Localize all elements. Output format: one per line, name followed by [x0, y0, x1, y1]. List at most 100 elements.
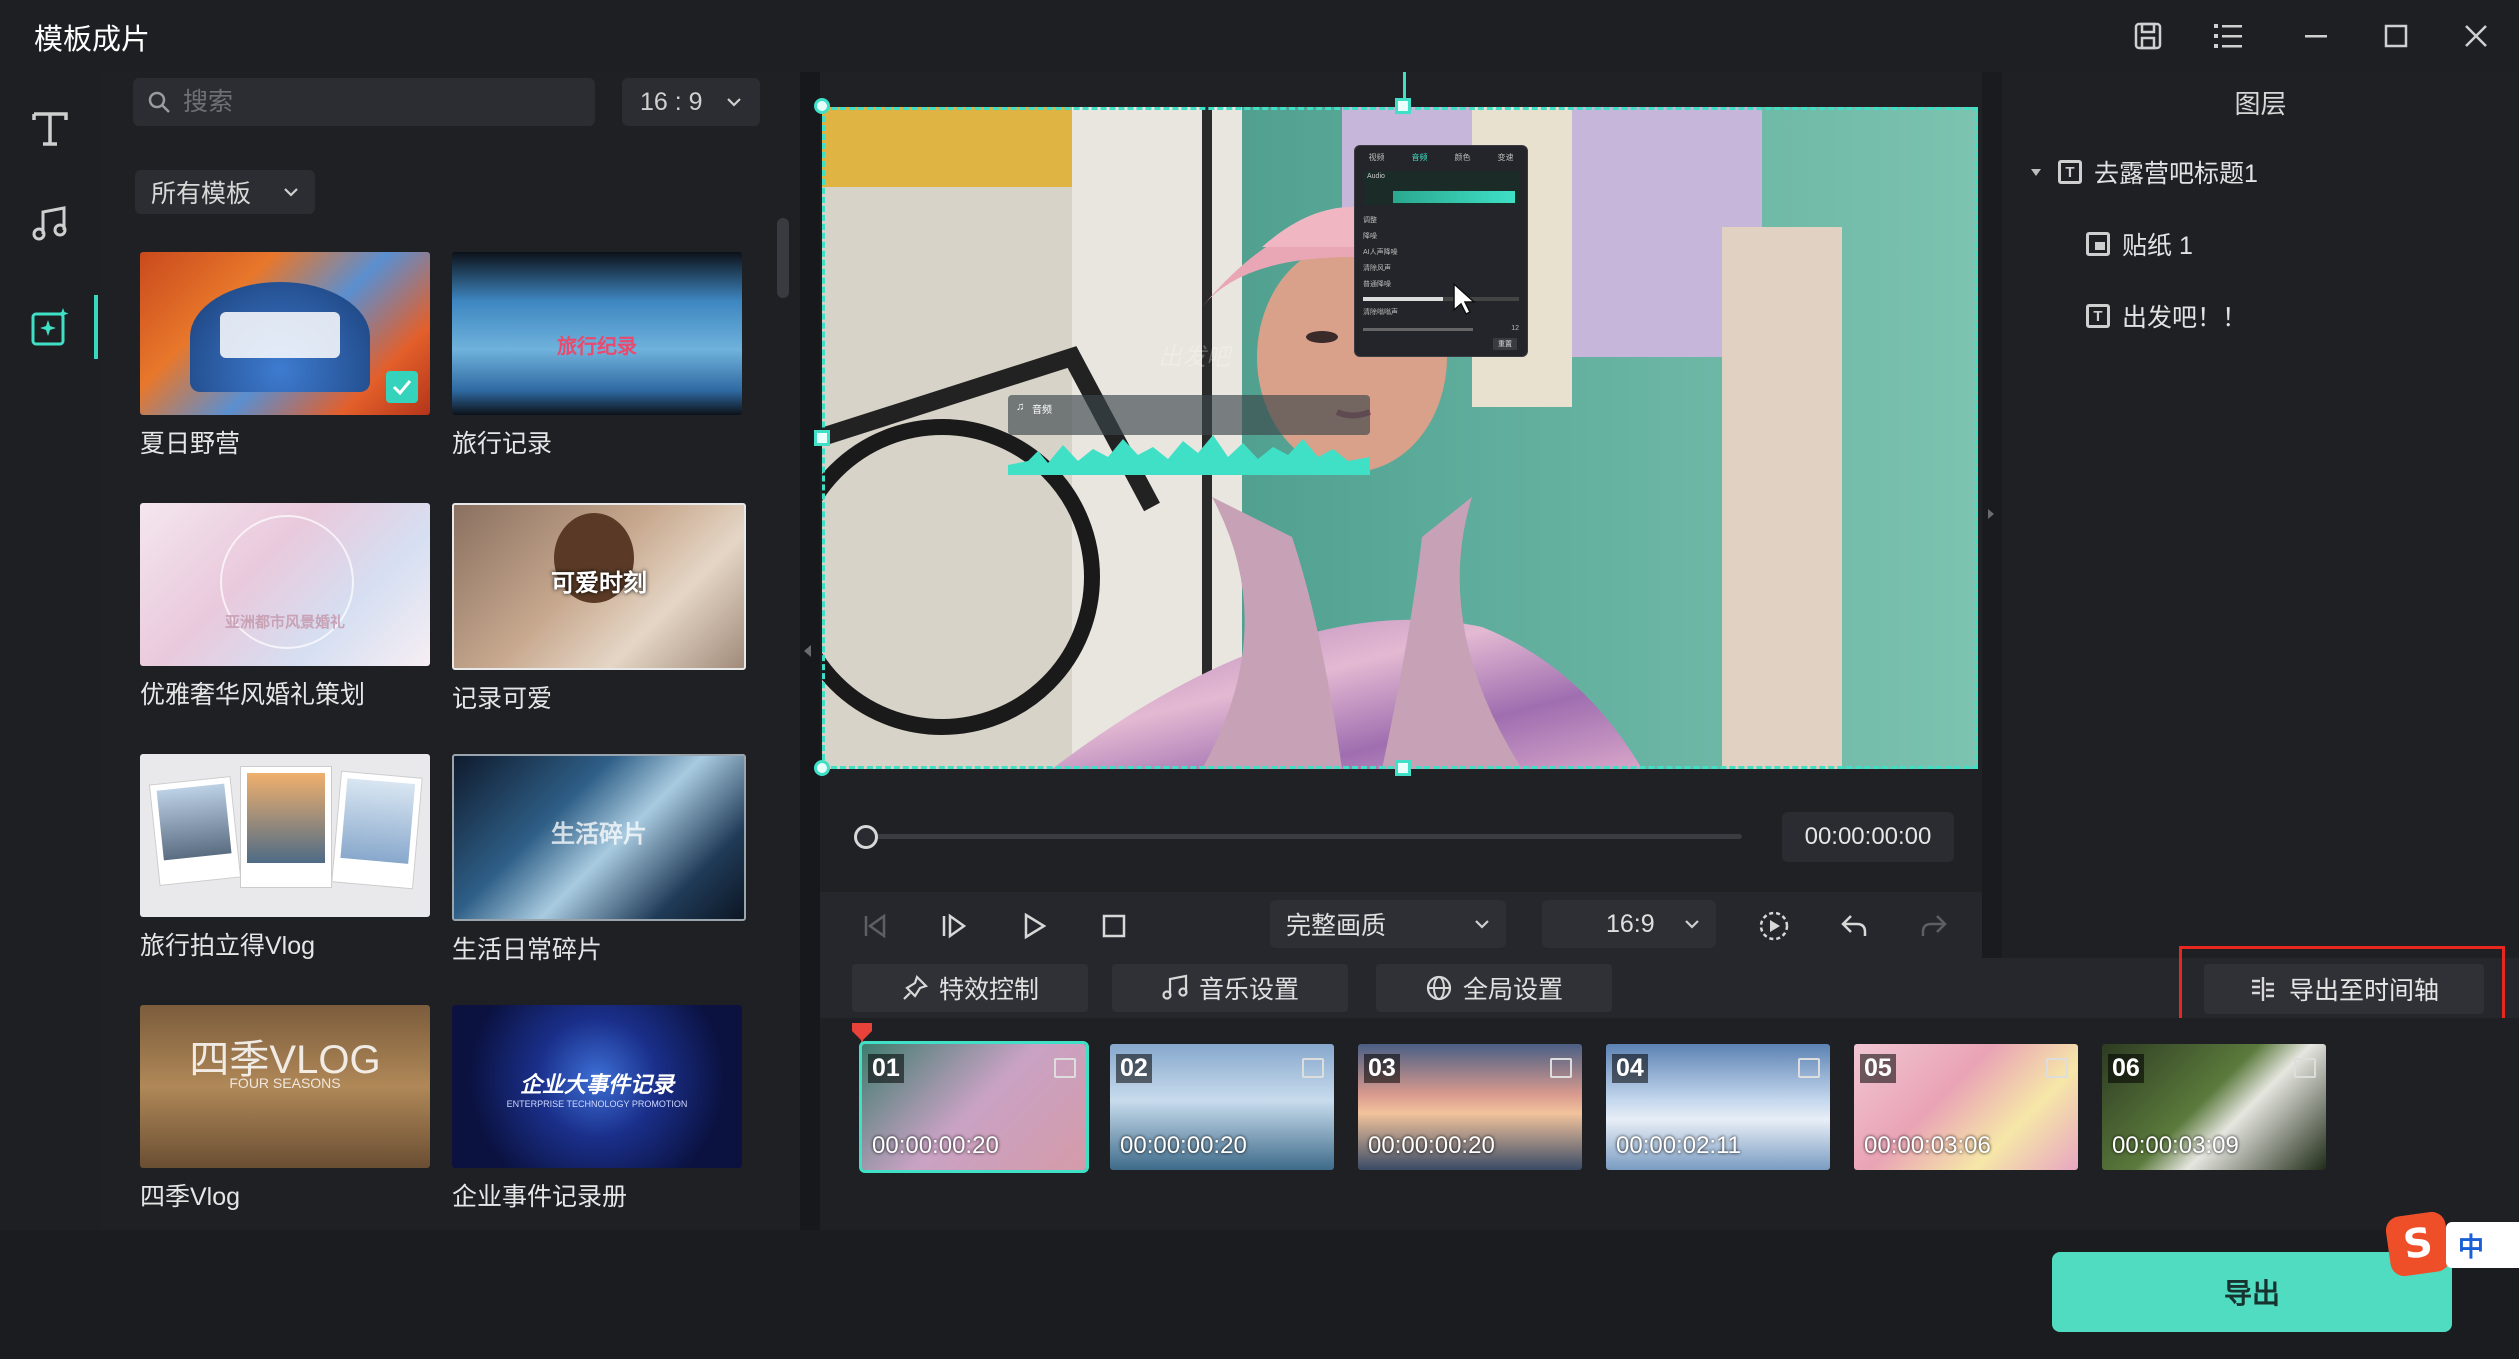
clip-thumbnail[interactable]: 05 00:00:03:06 — [1854, 1044, 2078, 1170]
category-dropdown[interactable]: 所有模板 — [135, 170, 315, 214]
next-frame-icon[interactable] — [934, 906, 974, 946]
clip-duration: 00:00:00:20 — [1120, 1132, 1247, 1159]
clip-number: 03 — [1364, 1054, 1400, 1083]
globe-icon — [1425, 974, 1463, 1002]
template-name: 旅行记录 — [452, 430, 553, 458]
ratio-dropdown[interactable]: 16 : 9 — [622, 78, 760, 126]
clip-detail-icon — [1550, 1058, 1572, 1078]
clip-duration: 00:00:02:11 — [1616, 1132, 1742, 1159]
text-layer-icon: T — [2086, 304, 2110, 328]
template-name: 旅行拍立得Vlog — [140, 932, 316, 960]
layer-item[interactable]: T 出发吧！！ — [2086, 298, 2247, 334]
template-thumbnail: 生活碎片 — [452, 754, 746, 921]
scrubber-knob[interactable] — [854, 825, 878, 849]
quality-dropdown[interactable]: 完整画质 — [1270, 900, 1506, 948]
play-icon[interactable] — [1014, 906, 1054, 946]
window-title: 模板成片 — [34, 24, 151, 56]
template-card[interactable]: 亚洲都市风景婚礼 优雅奢华风婚礼策划 — [140, 503, 430, 711]
template-name: 优雅奢华风婚礼策划 — [140, 681, 366, 709]
thumbnail-subtext: FOUR SEASONS — [229, 1075, 341, 1091]
magic-pin-icon — [901, 974, 939, 1002]
effects-control-button[interactable]: 特效控制 — [852, 964, 1088, 1012]
music-settings-button[interactable]: 音乐设置 — [1112, 964, 1348, 1012]
thumbnail-text: 可爱时刻 — [551, 570, 647, 597]
caret-down-icon[interactable] — [2030, 167, 2042, 177]
clip-thumbnail[interactable]: 01 00:00:00:20 — [859, 1041, 1089, 1173]
template-tool-icon[interactable] — [18, 295, 82, 359]
selection-box[interactable] — [822, 107, 1978, 769]
template-thumbnail — [140, 252, 430, 415]
clip-number: 02 — [1116, 1054, 1152, 1083]
close-icon[interactable] — [2454, 14, 2498, 58]
minimize-icon[interactable] — [2294, 14, 2338, 58]
template-thumbnail: 可爱时刻 — [452, 503, 746, 670]
chevron-down-icon — [1474, 919, 1490, 929]
clip-detail-icon — [2294, 1058, 2316, 1078]
render-preview-icon[interactable] — [1754, 906, 1794, 946]
template-card[interactable]: 四季VLOG FOUR SEASONS 四季Vlog — [140, 1005, 430, 1213]
clip-detail-icon — [2046, 1058, 2068, 1078]
collapse-left-icon[interactable] — [801, 643, 813, 659]
playhead-marker-icon[interactable] — [851, 1022, 873, 1042]
thumbnail-text: 生活碎片 — [551, 821, 647, 848]
music-tool-icon[interactable] — [18, 192, 82, 256]
prev-frame-icon[interactable] — [854, 906, 894, 946]
collapse-right-icon[interactable] — [1986, 507, 1996, 521]
clip-detail-icon — [1054, 1058, 1076, 1078]
rail-active-indicator — [94, 295, 98, 359]
template-name: 企业事件记录册 — [452, 1183, 628, 1211]
sogou-ime-icon: S — [2384, 1210, 2452, 1278]
template-scrollbar[interactable] — [777, 218, 789, 298]
resize-handle-bottom-left[interactable] — [814, 760, 830, 776]
selected-check-icon — [386, 371, 418, 403]
thumbnail-text: 亚洲都市风景婚礼 — [224, 614, 345, 631]
template-card[interactable]: 旅行纪录 旅行记录 — [452, 252, 742, 460]
layers-title: 图层 — [2234, 89, 2287, 119]
clip-duration: 00:00:00:20 — [1368, 1132, 1495, 1159]
aspect-value: 16:9 — [1606, 909, 1655, 938]
resize-handle-bottom[interactable] — [1395, 760, 1411, 776]
thumbnail-subtext: ENTERPRISE TECHNOLOGY PROMOTION — [506, 1099, 688, 1109]
template-card[interactable]: 夏日野营 — [140, 252, 430, 460]
template-thumbnail — [140, 754, 430, 917]
chevron-down-icon — [1684, 919, 1700, 929]
stop-icon[interactable] — [1094, 906, 1134, 946]
template-card[interactable]: 企业大事件记录 ENTERPRISE TECHNOLOGY PROMOTION … — [452, 1005, 742, 1213]
template-name: 夏日野营 — [140, 430, 241, 458]
menu-list-icon[interactable] — [2206, 14, 2250, 58]
layer-item[interactable]: T 去露营吧标题1 — [2030, 154, 2258, 190]
template-name: 记录可爱 — [452, 685, 553, 713]
clip-thumbnail[interactable]: 06 00:00:03:09 — [2102, 1044, 2326, 1170]
clip-number: 01 — [868, 1054, 904, 1083]
ratio-dropdown-value: 16 : 9 — [640, 87, 703, 116]
search-input[interactable] — [181, 86, 565, 118]
global-settings-button[interactable]: 全局设置 — [1376, 964, 1612, 1012]
clip-number: 04 — [1612, 1054, 1648, 1083]
ime-toolbar[interactable]: S 中 — [2384, 1210, 2519, 1280]
template-card[interactable]: 可爱时刻 记录可爱 — [452, 503, 746, 715]
music-settings-label: 音乐设置 — [1198, 976, 1299, 1004]
aspect-dropdown[interactable]: 16:9 — [1542, 900, 1716, 948]
search-box[interactable] — [133, 78, 595, 126]
music-note-icon — [1161, 974, 1199, 1002]
scrubber-track[interactable] — [866, 834, 1742, 839]
template-card[interactable]: 旅行拍立得Vlog — [140, 754, 430, 962]
template-thumbnail: 旅行纪录 — [452, 252, 742, 415]
clip-duration: 00:00:03:06 — [1864, 1132, 1991, 1159]
template-card[interactable]: 生活碎片 生活日常碎片 — [452, 754, 746, 966]
layer-item[interactable]: 贴纸 1 — [2086, 226, 2193, 262]
sticker-layer-icon — [2086, 232, 2110, 256]
maximize-icon[interactable] — [2374, 14, 2418, 58]
global-settings-label: 全局设置 — [1462, 976, 1563, 1004]
resize-handle-left[interactable] — [814, 430, 830, 446]
text-tool-icon[interactable] — [18, 96, 82, 160]
clip-thumbnail[interactable]: 03 00:00:00:20 — [1358, 1044, 1582, 1170]
resize-handle-top[interactable] — [1395, 98, 1411, 114]
clip-thumbnail[interactable]: 04 00:00:02:11 — [1606, 1044, 1830, 1170]
resize-handle-top-left[interactable] — [814, 98, 830, 114]
clip-thumbnail[interactable]: 02 00:00:00:20 — [1110, 1044, 1334, 1170]
save-icon[interactable] — [2126, 14, 2170, 58]
undo-icon[interactable] — [1834, 906, 1874, 946]
clip-duration: 00:00:03:09 — [2112, 1132, 2239, 1159]
redo-icon[interactable] — [1914, 906, 1954, 946]
